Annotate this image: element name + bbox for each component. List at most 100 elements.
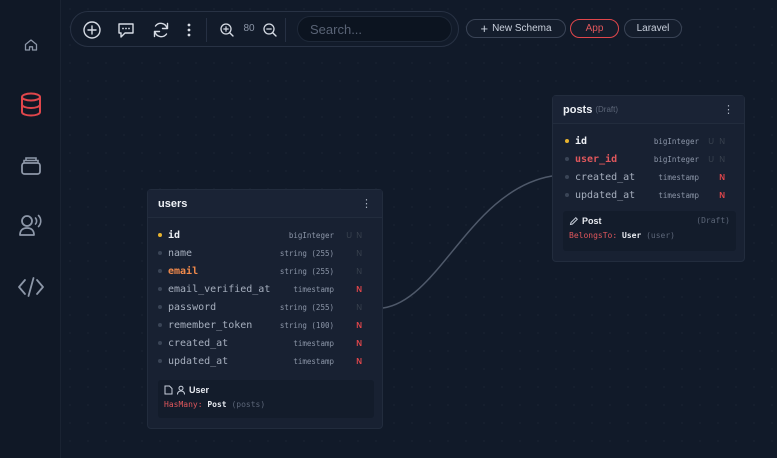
column-type: timestamp bbox=[293, 338, 334, 348]
archive-icon[interactable] bbox=[17, 151, 45, 179]
user-icon bbox=[177, 385, 185, 395]
users-table-menu-icon[interactable]: ⋮ bbox=[361, 197, 372, 210]
relation-line[interactable]: BelongsTo: User (user) bbox=[569, 231, 730, 240]
column-row[interactable]: updated_at timestamp N bbox=[565, 186, 736, 204]
nullable-flag[interactable]: N bbox=[356, 249, 362, 258]
column-dot-icon bbox=[158, 323, 162, 327]
column-row[interactable]: id bigInteger U N bbox=[158, 226, 374, 244]
zoom-in-icon[interactable] bbox=[216, 19, 238, 41]
column-row[interactable]: name string (255) N bbox=[158, 244, 374, 262]
column-dot-icon bbox=[158, 305, 162, 309]
column-type: timestamp bbox=[658, 190, 699, 200]
database-icon[interactable] bbox=[17, 91, 45, 119]
model-name: User bbox=[189, 385, 210, 395]
toolbar-divider bbox=[206, 18, 207, 42]
column-name: user_id bbox=[575, 153, 618, 165]
home-icon[interactable] bbox=[17, 31, 45, 59]
column-name: email_verified_at bbox=[168, 283, 271, 295]
nullable-flag[interactable]: N bbox=[356, 267, 362, 276]
more-options-icon[interactable] bbox=[178, 19, 200, 41]
column-dot-icon bbox=[565, 193, 569, 197]
column-row[interactable]: created_at timestamp N bbox=[565, 168, 736, 186]
column-name: updated_at bbox=[575, 189, 636, 201]
nullable-flag[interactable]: N bbox=[719, 191, 725, 200]
column-dot-icon bbox=[565, 157, 569, 161]
column-dot-icon bbox=[158, 287, 162, 291]
nullable-flag[interactable]: N bbox=[356, 339, 362, 348]
column-dot-icon bbox=[565, 175, 569, 179]
nullable-flag[interactable]: N bbox=[356, 321, 362, 330]
users-column-list: id bigInteger U N name string (255) N em… bbox=[148, 218, 382, 370]
users-table-title: users bbox=[158, 197, 188, 210]
users-table-card[interactable]: users ⋮ id bigInteger U N name string (2… bbox=[147, 189, 383, 429]
toolbar-divider bbox=[285, 18, 286, 42]
column-name: name bbox=[168, 247, 193, 259]
nullable-flag[interactable]: N bbox=[356, 357, 362, 366]
column-type: string (100) bbox=[279, 320, 334, 330]
column-name: remember_token bbox=[168, 319, 253, 331]
nullable-flag[interactable]: N bbox=[719, 155, 725, 164]
column-row[interactable]: id bigInteger U N bbox=[565, 132, 736, 150]
new-schema-label: New Schema bbox=[492, 23, 552, 34]
column-name: password bbox=[168, 301, 217, 313]
users-table-header[interactable]: users ⋮ bbox=[148, 190, 382, 218]
relation-model: User bbox=[622, 231, 642, 240]
column-type: bigInteger bbox=[653, 154, 699, 164]
column-type: string (255) bbox=[279, 266, 334, 276]
comment-icon[interactable] bbox=[115, 19, 137, 41]
zoom-out-icon[interactable] bbox=[259, 19, 281, 41]
posts-table-header[interactable]: posts (Draft) ⋮ bbox=[553, 96, 744, 124]
nullable-flag[interactable]: N bbox=[719, 137, 725, 146]
column-name: created_at bbox=[168, 337, 229, 349]
users-model-box[interactable]: User HasMany: Post (posts) bbox=[158, 380, 374, 418]
column-row[interactable]: email_verified_at timestamp N bbox=[158, 280, 374, 298]
laravel-tab[interactable]: Laravel bbox=[624, 19, 682, 38]
column-row[interactable]: remember_token string (100) N bbox=[158, 316, 374, 334]
unsigned-flag[interactable]: U bbox=[346, 231, 352, 240]
model-draft-status: (Draft) bbox=[696, 216, 730, 225]
column-row[interactable]: password string (255) N bbox=[158, 298, 374, 316]
plus-icon: + bbox=[480, 21, 489, 36]
model-header: User bbox=[164, 385, 368, 395]
column-row[interactable]: user_id bigInteger U N bbox=[565, 150, 736, 168]
posts-draft-status: (Draft) bbox=[595, 105, 619, 114]
posts-table-card[interactable]: posts (Draft) ⋮ id bigInteger U N user_i… bbox=[552, 95, 745, 262]
posts-table-title: posts bbox=[563, 103, 593, 116]
nullable-flag[interactable]: N bbox=[719, 173, 725, 182]
file-icon bbox=[164, 385, 173, 395]
primary-key-icon bbox=[565, 139, 569, 143]
unsigned-flag[interactable]: U bbox=[708, 137, 714, 146]
relation-note: (posts) bbox=[231, 400, 266, 409]
column-row[interactable]: email string (255) N bbox=[158, 262, 374, 280]
posts-table-menu-icon[interactable]: ⋮ bbox=[723, 103, 734, 116]
column-dot-icon bbox=[158, 359, 162, 363]
column-type: bigInteger bbox=[653, 136, 699, 146]
app-tab[interactable]: App bbox=[570, 19, 619, 38]
column-name: created_at bbox=[575, 171, 636, 183]
nullable-flag[interactable]: N bbox=[356, 231, 362, 240]
unsigned-flag[interactable]: U bbox=[708, 155, 714, 164]
voice-icon[interactable] bbox=[17, 211, 45, 239]
refresh-icon[interactable] bbox=[150, 19, 172, 41]
column-dot-icon bbox=[158, 251, 162, 255]
nullable-flag[interactable]: N bbox=[356, 285, 362, 294]
add-icon[interactable] bbox=[81, 19, 103, 41]
relation-model: Post bbox=[207, 400, 227, 409]
search-input[interactable] bbox=[297, 16, 452, 42]
column-name: updated_at bbox=[168, 355, 229, 367]
column-dot-icon bbox=[158, 341, 162, 345]
relation-line[interactable]: HasMany: Post (posts) bbox=[164, 400, 368, 409]
column-row[interactable]: created_at timestamp N bbox=[158, 334, 374, 352]
laravel-tab-label: Laravel bbox=[636, 23, 670, 34]
new-schema-button[interactable]: + New Schema bbox=[466, 19, 566, 38]
column-row[interactable]: updated_at timestamp N bbox=[158, 352, 374, 370]
nullable-flag[interactable]: N bbox=[356, 303, 362, 312]
column-type: string (255) bbox=[279, 248, 334, 258]
posts-model-box[interactable]: Post (Draft) BelongsTo: User (user) bbox=[563, 211, 736, 251]
column-name: email bbox=[168, 265, 199, 277]
relation-kind: HasMany bbox=[164, 400, 198, 409]
column-dot-icon bbox=[158, 269, 162, 273]
sidebar bbox=[0, 0, 61, 458]
app-window: 80 + New Schema App Laravel users ⋮ id b… bbox=[0, 0, 777, 458]
code-icon[interactable] bbox=[17, 273, 45, 301]
